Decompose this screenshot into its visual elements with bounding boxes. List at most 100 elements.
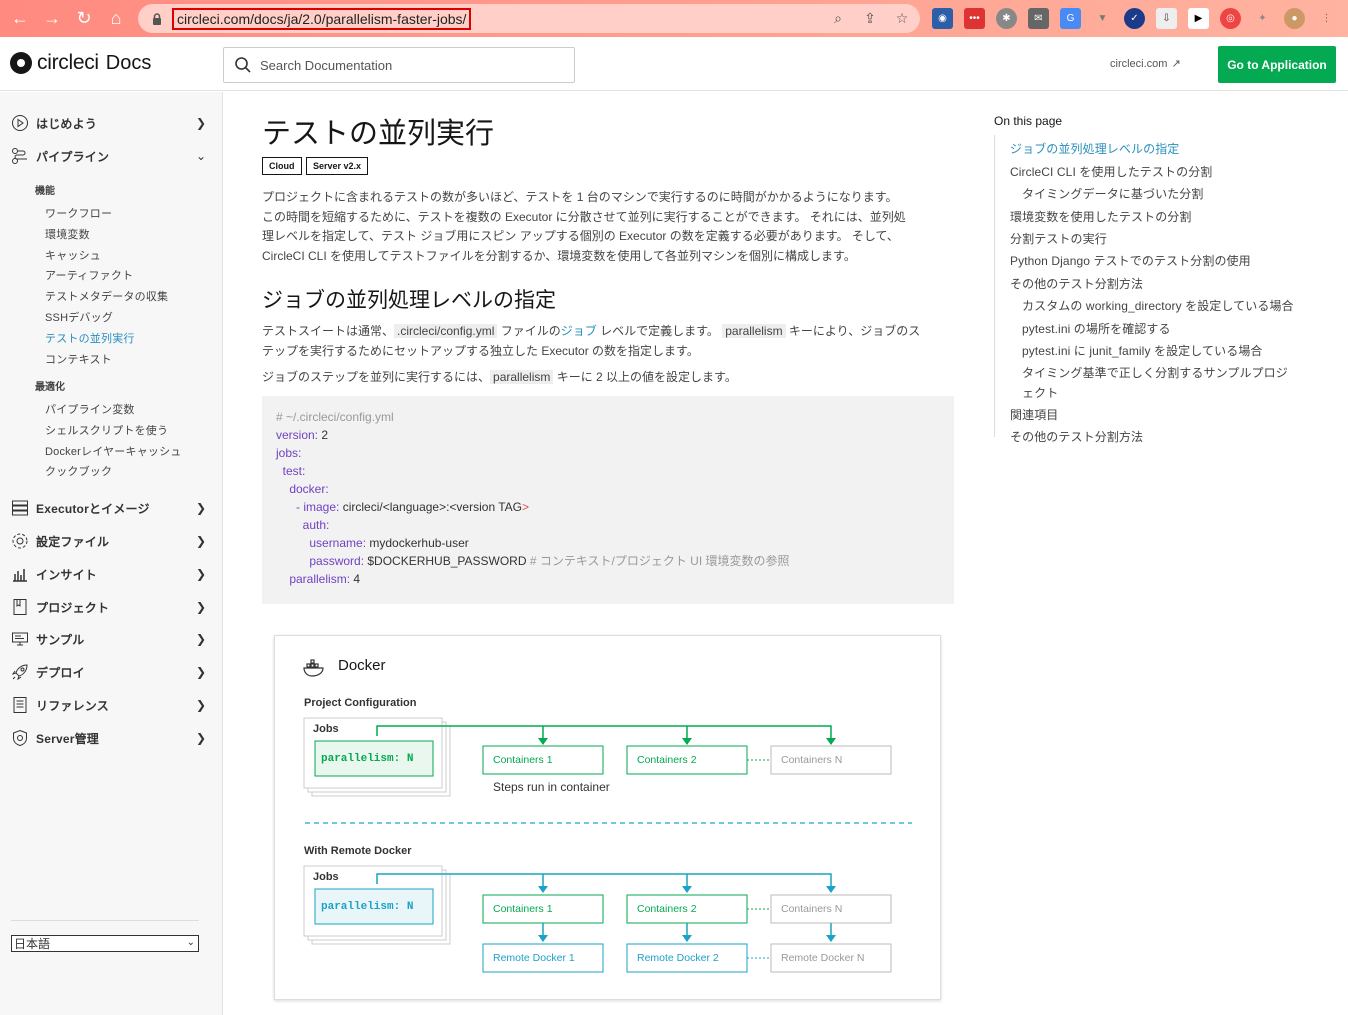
sidebar-item-executors[interactable]: Executorとイメージ ❯ [11, 499, 206, 517]
circleci-com-link[interactable]: circleci.com ↗ [1110, 57, 1181, 71]
mail-icon[interactable]: ✉ [1028, 8, 1049, 29]
toc-item[interactable]: その他のテスト分割方法 [1010, 428, 1143, 445]
sidebar-item-artifacts[interactable]: アーティファクト [45, 267, 133, 283]
container-n-label: Containers N [781, 754, 843, 766]
search-placeholder: Search Documentation [260, 57, 393, 73]
sidebar-item-examples[interactable]: サンプル ❯ [11, 630, 206, 648]
code-block[interactable]: # ~/.circleci/config.yml version: 2 jobs… [262, 396, 954, 604]
sidebar-item-docker-layer-caching[interactable]: Dockerレイヤーキャッシュ [45, 443, 182, 459]
jobs-link[interactable]: ジョブ [561, 324, 597, 338]
sidebar: はじめよう ❯ パイプライン ⌄ 機能 ワークフロー 環境変数 キャッシュ アー… [0, 92, 223, 1015]
share-icon[interactable]: ⇪ [862, 10, 878, 26]
shield-icon [13, 729, 27, 747]
address-bar[interactable]: circleci.com/docs/ja/2.0/parallelism-fas… [138, 4, 920, 33]
sidebar-item-insights[interactable]: インサイト ❯ [11, 565, 206, 583]
sidebar-item-server-admin[interactable]: Server管理 ❯ [11, 729, 206, 747]
back-icon[interactable]: ← [4, 0, 36, 37]
chevron-down-icon: ⌄ [186, 937, 195, 948]
steps-run-label: Steps run in container [493, 780, 610, 794]
home-icon[interactable]: ⌂ [100, 0, 132, 37]
sidebar-item-workflows[interactable]: ワークフロー [45, 205, 112, 221]
toc-item[interactable]: 関連項目 [1010, 406, 1058, 423]
inline-code: parallelism [722, 324, 786, 338]
sidebar-item-test-metadata[interactable]: テストメタデータの収集 [45, 288, 168, 304]
url-text[interactable]: circleci.com/docs/ja/2.0/parallelism-fas… [172, 7, 472, 30]
sidebar-item-parallelism[interactable]: テストの並列実行 [45, 330, 135, 346]
jobs-label: Jobs [313, 871, 339, 883]
toc-item[interactable]: タイミング基準で正しく分割するサンプルプロジ [1022, 364, 1288, 381]
parallelism-diagram: Docker Project Configuration Jobs parall… [274, 635, 941, 1000]
logo-text: circleci [37, 51, 99, 74]
profile-icon[interactable]: ● [1284, 8, 1305, 29]
sidebar-item-caching[interactable]: キャッシュ [45, 247, 101, 263]
reload-icon[interactable]: ↻ [68, 0, 100, 37]
toc-item[interactable]: ェクト [1022, 384, 1058, 401]
circleci-logo-icon [10, 52, 32, 74]
go-to-application-button[interactable]: Go to Application [1218, 46, 1336, 83]
puzzle-icon[interactable]: ✦ [1252, 8, 1273, 29]
sidebar-item-cookbook[interactable]: クックブック [45, 463, 112, 479]
download-icon[interactable]: ⇩ [1156, 8, 1177, 29]
intro-paragraph: プロジェクトに含まれるテストの数が多いほど、テストを 1 台のマシンで実行するの… [262, 188, 952, 266]
toc-item[interactable]: タイミングデータに基づいた分割 [1022, 185, 1204, 202]
extension-icon[interactable]: ✱ [996, 8, 1017, 29]
forward-icon[interactable]: → [36, 0, 68, 37]
extension-icon[interactable]: ▶ [1188, 8, 1209, 29]
browser-toolbar: ← → ↻ ⌂ circleci.com/docs/ja/2.0/paralle… [0, 0, 1348, 37]
sidebar-section-optimize: 最適化 [35, 382, 65, 393]
extension-icon[interactable]: ▼ [1092, 8, 1113, 29]
toc-item[interactable]: ジョブの並列処理レベルの指定 [1010, 140, 1179, 157]
menu-icon[interactable]: ⋮ [1316, 8, 1337, 29]
intro-line: プロジェクトに含まれるテストの数が多いほど、テストを 1 台のマシンで実行するの… [262, 190, 898, 204]
translate-icon[interactable]: G [1060, 8, 1081, 29]
text: レベルで定義します。 [596, 324, 723, 338]
sidebar-item-ssh-debug[interactable]: SSHデバッグ [45, 309, 113, 325]
sidebar-item-deploy[interactable]: デプロイ ❯ [11, 663, 206, 681]
sidebar-item-reference[interactable]: リファレンス ❯ [11, 696, 206, 714]
code-key: username: [276, 536, 367, 550]
circleci-com-label: circleci.com [1110, 57, 1168, 70]
sidebar-item-shell-scripts[interactable]: シェルスクリプトを使う [45, 422, 168, 438]
code-key: docker: [276, 482, 329, 496]
toc-item[interactable]: カスタムの working_directory を設定している場合 [1022, 297, 1294, 314]
code-key: auth: [276, 518, 330, 532]
sidebar-divider [11, 920, 199, 921]
chevron-right-icon: ❯ [195, 600, 206, 614]
rocket-icon [11, 664, 28, 681]
circleci-logo[interactable]: circleci Docs [10, 51, 151, 75]
toc-item[interactable]: pytest.ini の場所を確認する [1022, 320, 1171, 337]
toc-item[interactable]: Python Django テストでのテスト分割の使用 [1010, 252, 1251, 269]
code-key: password: [276, 554, 365, 568]
toc-item[interactable]: 環境変数を使用したテストの分割 [1010, 208, 1192, 225]
toc-item[interactable]: pytest.ini に junit_family を設定している場合 [1022, 342, 1263, 359]
pipeline-icon [12, 148, 27, 164]
parallelism-label: parallelism: N [321, 901, 414, 913]
search-input[interactable]: Search Documentation [223, 47, 575, 83]
extension-icon[interactable]: ◉ [932, 8, 953, 29]
zoom-icon[interactable]: ⌕ [830, 10, 846, 26]
sidebar-item-pipeline-vars[interactable]: パイプライン変数 [45, 401, 135, 417]
sidebar-item-contexts[interactable]: コンテキスト [45, 351, 112, 367]
sidebar-item-label: Executorとイメージ [36, 501, 150, 516]
sidebar-item-projects[interactable]: プロジェクト ❯ [11, 598, 206, 616]
sidebar-item-env-vars[interactable]: 環境変数 [45, 226, 90, 242]
bookmark-star-icon[interactable]: ☆ [894, 10, 910, 26]
container-2-label: Containers 2 [637, 754, 697, 766]
language-select[interactable]: 日本語 ⌄ [11, 935, 199, 952]
toc-item[interactable]: 分割テストの実行 [1010, 230, 1107, 247]
sidebar-item-config[interactable]: 設定ファイル ❯ [11, 532, 206, 550]
chevron-right-icon: ❯ [195, 731, 206, 745]
extension-icon[interactable]: ••• [964, 8, 985, 29]
sidebar-item-getting-started[interactable]: はじめよう ❯ [11, 114, 206, 132]
intro-line: この時間を短縮するために、テストを複数の Executor に分散させて並列に実… [262, 209, 906, 224]
document-icon [13, 697, 27, 713]
code-key: parallelism: [276, 572, 351, 586]
check-icon[interactable]: ✓ [1124, 8, 1145, 29]
extension-icon[interactable]: ◎ [1220, 8, 1241, 29]
chevron-right-icon: ❯ [195, 698, 206, 712]
text: テップを実行するためにセットアップする独立した Executor の数を指定しま… [262, 343, 699, 358]
toc-item[interactable]: その他のテスト分割方法 [1010, 275, 1143, 292]
toc-item[interactable]: CircleCI CLI を使用したテストの分割 [1010, 163, 1212, 180]
sidebar-item-pipelines[interactable]: パイプライン ⌄ [11, 147, 206, 165]
paragraph-3: ジョブのステップを並列に実行するには、 parallelism キーに 2 以上の… [262, 368, 952, 388]
